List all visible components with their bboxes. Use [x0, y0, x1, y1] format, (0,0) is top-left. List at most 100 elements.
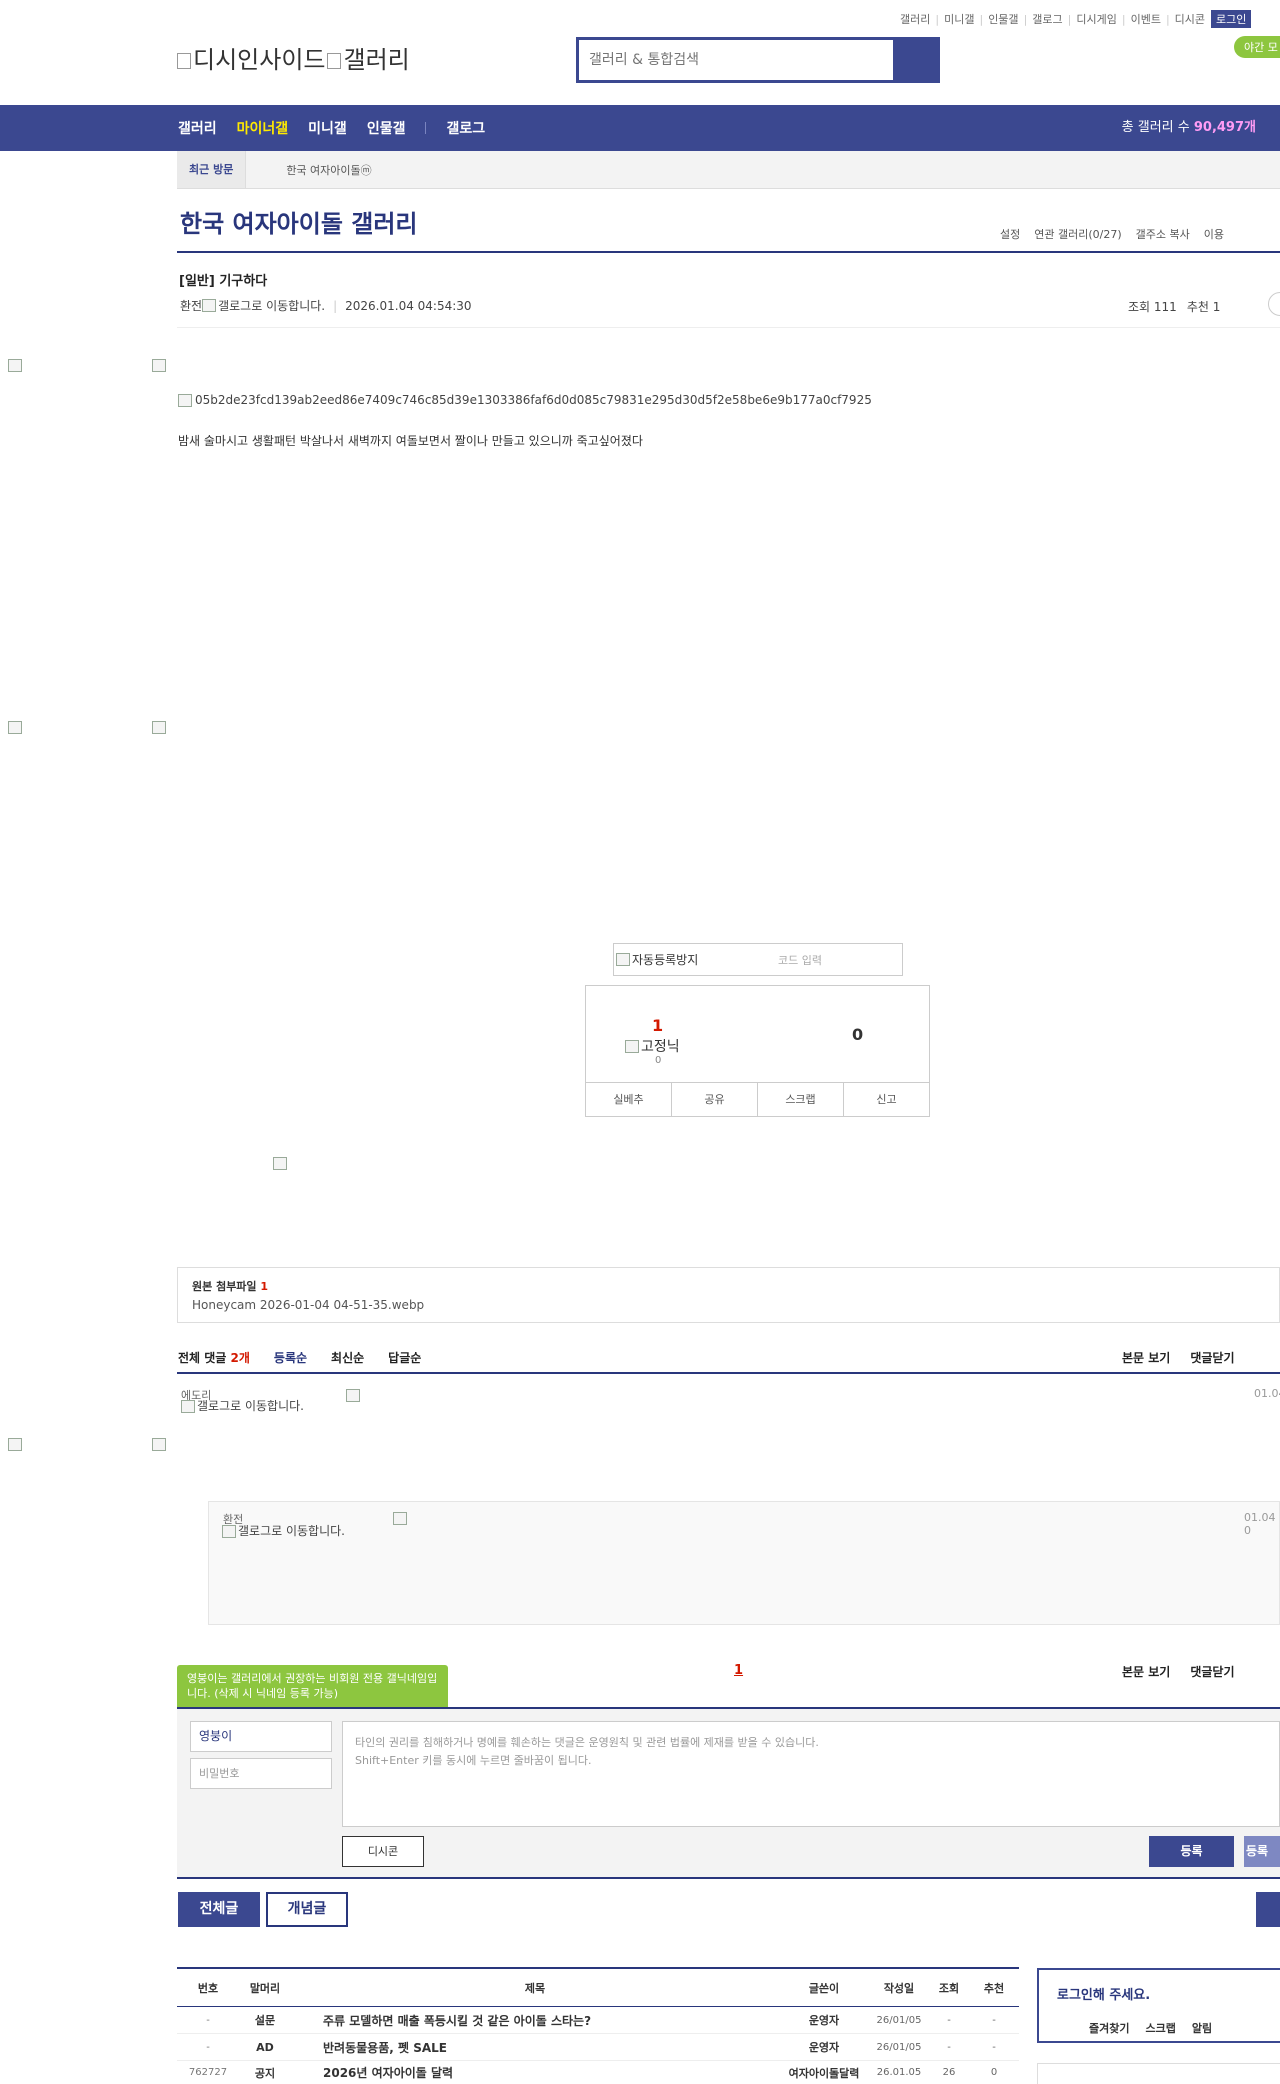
top-menu-game[interactable]: 디시게임	[1076, 11, 1116, 27]
top-menu-mini[interactable]: 미니갤	[944, 11, 974, 27]
broken-image-icon	[8, 721, 22, 734]
logo[interactable]: 디시인사이드 갤러리	[177, 40, 410, 75]
recommend-actions: 실베추 공유 스크랩 신고	[586, 1082, 929, 1116]
nav-gallery[interactable]: 갤러리	[178, 118, 217, 138]
gallery-settings[interactable]: 설정	[1000, 226, 1020, 242]
recent-visit-label[interactable]: 최근 방문	[177, 151, 247, 188]
top-menu-event[interactable]: 이벤트	[1131, 11, 1161, 27]
table-row[interactable]: 762727 공지 2026년 여자아이돌 달력 여자아이돌달력 26.01.0…	[177, 2061, 1019, 2084]
comment-page-1[interactable]: 1	[734, 1663, 743, 1678]
notifications-link[interactable]: 알림	[1192, 2020, 1212, 2036]
share-button[interactable]: 공유	[672, 1083, 758, 1116]
row-date: 26.01.05	[876, 2067, 922, 2078]
top-menu-person[interactable]: 인물갤	[988, 11, 1018, 27]
broken-image-icon	[625, 1039, 639, 1053]
row-title[interactable]: 2026년 여자아이돌 달력	[291, 2064, 779, 2081]
write-button[interactable]	[1256, 1892, 1280, 1927]
sidebar-login-box: 로그인해 주세요. 즐겨찾기 스크랩 알림	[1037, 1968, 1280, 2043]
comment-gallog[interactable]: 갤로그로 이동합니다.	[181, 1400, 311, 1413]
search-input[interactable]	[579, 40, 893, 80]
captcha-image-alt: 자동등록방지	[632, 953, 699, 967]
attachment-file[interactable]: Honeycam 2026-01-04 04-51-35.webp	[192, 1298, 1265, 1312]
concept-posts-button[interactable]: 개념글	[266, 1892, 348, 1927]
fixed-nick-recommend[interactable]: 고정닉	[625, 1036, 680, 1056]
total-galleries: 총 갤러리 수 90,497개	[1122, 105, 1256, 151]
col-number: 번호	[197, 1981, 219, 1995]
sidebar-login-menu: 즐겨찾기 스크랩 알림	[1089, 2020, 1212, 2036]
login-prompt[interactable]: 로그인해 주세요.	[1057, 1984, 1150, 2003]
recent-visit-item[interactable]: 한국 여자아이돌ⓜ	[246, 162, 371, 178]
view-post-button[interactable]: 본문 보기	[1122, 1349, 1170, 1366]
comment-gallog-alt: 갤로그로 이동합니다.	[238, 1524, 345, 1538]
comment-date: 01.04 0	[1244, 1511, 1276, 1537]
broken-image-icon	[393, 1512, 407, 1525]
top-menu-gallery[interactable]: 갤러리	[900, 11, 930, 27]
comment-total-label: 전체 댓글	[178, 1351, 231, 1365]
password-input[interactable]: 비밀번호	[190, 1758, 332, 1789]
nav-person-gallery[interactable]: 인물갤	[367, 118, 406, 138]
broken-image-icon	[202, 299, 217, 312]
best-recommend-button[interactable]: 실베추	[586, 1083, 672, 1116]
divider: |	[333, 298, 338, 313]
col-recommends: 추천	[983, 1981, 1005, 1995]
gallery-usage[interactable]: 이용	[1204, 226, 1224, 242]
col-writer: 글쓴이	[808, 1981, 840, 1995]
close-comments-button[interactable]: 댓글닫기	[1190, 1349, 1234, 1366]
view-post-button[interactable]: 본문 보기	[1122, 1663, 1170, 1680]
logo-text-dcinside: 디시인사이드	[193, 46, 326, 74]
sort-registered[interactable]: 등록순	[274, 1349, 307, 1366]
close-comments-button[interactable]: 댓글닫기	[1190, 1663, 1234, 1680]
search-button[interactable]	[893, 40, 937, 80]
gallog-link[interactable]: 갤로그로 이동합니다.	[218, 297, 325, 314]
broken-image-icon	[273, 1157, 287, 1170]
post-views: 조회 111	[1128, 300, 1177, 314]
share-icon[interactable]	[1268, 292, 1280, 316]
broken-image-icon	[152, 359, 166, 372]
scrap-button[interactable]: 스크랩	[758, 1083, 844, 1116]
sort-latest[interactable]: 최신순	[331, 1349, 364, 1366]
nickname-input[interactable]: 영붕이	[190, 1721, 332, 1752]
captcha-box: 자동등록방지 코드 입력	[613, 943, 903, 976]
row-recommends: -	[992, 2014, 996, 2026]
sort-replies[interactable]: 답글순	[388, 1349, 421, 1366]
post-title: [일반] 기구하다	[179, 274, 268, 289]
nav-divider	[425, 122, 427, 134]
top-menu-gallog[interactable]: 갤로그	[1032, 11, 1062, 27]
register-button[interactable]: 등록	[1149, 1836, 1234, 1867]
captcha-input[interactable]: 코드 입력	[764, 952, 822, 968]
table-row[interactable]: - AD 반려동물용품, 펫 SALE 운영자 26/01/05 - -	[177, 2034, 1019, 2061]
top-menu: 갤러리 | 미니갤 | 인물갤 | 갤로그 | 디시게임 | 이벤트 | 디시콘 로그인	[900, 10, 1252, 28]
recommend-down-count: 0	[852, 1025, 864, 1044]
row-title[interactable]: 반려동물용품, 펫 SALE	[291, 2039, 779, 2056]
dccon-button[interactable]: 디시콘	[342, 1836, 424, 1867]
row-views: -	[947, 2014, 951, 2026]
related-galleries[interactable]: 연관 갤러리(0/27)	[1034, 226, 1121, 242]
top-menu-dccon[interactable]: 디시콘	[1175, 11, 1205, 27]
register-and-recommend-button[interactable]: 등록	[1244, 1836, 1280, 1867]
row-title[interactable]: 주류 모델하면 매출 폭등시킬 것 같은 아이돌 스타는?	[291, 2012, 779, 2029]
scrap-link[interactable]: 스크랩	[1145, 2020, 1175, 2036]
row-number: -	[206, 2041, 210, 2053]
copy-gallery-url[interactable]: 갤주소 복사	[1136, 226, 1190, 242]
logo-text-gallery: 갤러리	[343, 46, 410, 74]
reply-comment	[208, 1501, 1280, 1625]
favorites-link[interactable]: 즐겨찾기	[1089, 2020, 1129, 2036]
night-mode-button[interactable]: 야간 모	[1234, 36, 1280, 58]
nav-gallog[interactable]: 갤로그	[446, 118, 485, 138]
post-info: 환전 갤로그로 이동합니다. | 2026.01.04 04:54:30	[180, 297, 472, 314]
all-posts-button[interactable]: 전체글	[178, 1892, 260, 1927]
post-image[interactable]: 05b2de23fcd139ab2eed86e7409c746c85d39e13…	[178, 393, 872, 407]
col-subject-head: 말머리	[249, 1981, 281, 1995]
row-views: 26	[942, 2067, 956, 2078]
table-row[interactable]: - 설문 주류 모델하면 매출 폭등시킬 것 같은 아이돌 스타는? 운영자 2…	[177, 2007, 1019, 2034]
post-author[interactable]: 환전	[180, 297, 202, 314]
nav-mini-gallery[interactable]: 미니갤	[308, 118, 347, 138]
report-button[interactable]: 신고	[844, 1083, 929, 1116]
comment-gallog[interactable]: 갤로그로 이동합니다.	[222, 1525, 352, 1538]
comment-textarea[interactable]: 타인의 권리를 침해하거나 명예를 훼손하는 댓글은 운영원칙 및 관련 법률에…	[342, 1721, 1280, 1827]
login-button[interactable]: 로그인	[1211, 10, 1252, 28]
gallery-title[interactable]: 한국 여자아이돌 갤러리	[180, 204, 418, 239]
recent-visit-bar: 최근 방문 한국 여자아이돌ⓜ	[177, 151, 1280, 189]
post-list-header: 번호 말머리 제목 글쓴이 작성일 조회 추천	[177, 1967, 1019, 2007]
nav-minor-gallery[interactable]: 마이너갤	[237, 118, 289, 138]
